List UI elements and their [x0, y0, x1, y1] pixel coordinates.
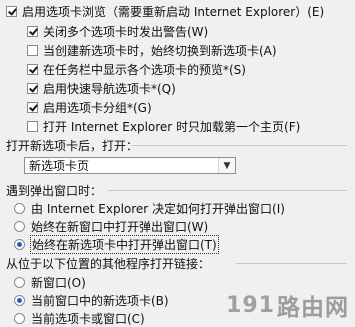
link-new-tab-current-window-radio[interactable]: 当前窗口中的新选项卡(B) — [14, 291, 169, 309]
tab-groups-checkbox[interactable]: 启用选项卡分组*(G) — [27, 98, 152, 116]
checkbox-label: 启用快速导航选项卡*(Q) — [43, 81, 176, 96]
enable-tabbed-browsing-check[interactable] — [6, 5, 17, 17]
taskbar-previews-checkbox[interactable]: 在任务栏中显示各个选项卡的预览*(S) — [27, 60, 246, 78]
new-tab-page-select[interactable]: 新选项卡页 ▼ — [24, 157, 236, 174]
site-watermark-logo: 191 路由网 — [226, 288, 349, 322]
checkbox-box[interactable] — [27, 44, 38, 56]
group-divider — [236, 263, 347, 264]
radio-button[interactable] — [14, 238, 25, 250]
radio-button[interactable] — [14, 220, 25, 232]
popup-new-tab-radio[interactable]: 始终在新选项卡中打开弹出窗口(T) — [14, 234, 219, 254]
popup-new-window-radio[interactable]: 始终在新窗口中打开弹出窗口(W) — [14, 217, 208, 235]
checkbox-label: 关闭多个选项卡时发出警告(W) — [43, 24, 209, 39]
checkbox-label: 打开 Internet Explorer 时只加载第一个主页(F) — [43, 119, 301, 134]
warn-close-multiple-tabs-checkbox[interactable]: 关闭多个选项卡时发出警告(W) — [27, 22, 208, 40]
checkbox-box[interactable] — [27, 25, 38, 37]
quick-tabs-checkbox[interactable]: 启用快速导航选项卡*(Q) — [27, 79, 176, 97]
new-tab-page-select-value: 新选项卡页 — [29, 159, 90, 173]
radio-button[interactable] — [14, 294, 25, 306]
radio-label: 始终在新选项卡中打开弹出窗口(T) — [30, 234, 219, 254]
popup-ie-decides-radio[interactable]: 由 Internet Explorer 决定如何打开弹出窗口(I) — [14, 199, 285, 217]
radio-button[interactable] — [14, 276, 25, 288]
watermark-text: 路由网 — [277, 295, 349, 321]
external-links-heading: 从位于以下位置的其他程序打开链接： — [6, 257, 211, 271]
checkbox-label: 当创建新选项卡时，始终切换到新选项卡(A) — [43, 43, 277, 58]
checkbox-box[interactable] — [27, 120, 38, 132]
radio-label: 始终在新窗口中打开弹出窗口(W) — [31, 219, 209, 234]
radio-button[interactable] — [14, 312, 25, 324]
checkbox-box[interactable] — [27, 101, 38, 113]
radio-label: 新窗口(O) — [31, 275, 86, 290]
switch-to-new-tab-checkbox[interactable]: 当创建新选项卡时，始终切换到新选项卡(A) — [27, 41, 277, 59]
watermark-number: 191 — [226, 292, 275, 318]
group-divider — [132, 145, 347, 146]
group-divider — [108, 190, 347, 191]
checkbox-label: 在任务栏中显示各个选项卡的预览*(S) — [43, 62, 246, 77]
link-new-window-radio[interactable]: 新窗口(O) — [14, 273, 86, 291]
radio-button[interactable] — [14, 202, 25, 214]
checkbox-box[interactable] — [27, 82, 38, 94]
new-tab-heading: 打开新选项卡后，打开： — [6, 139, 139, 153]
radio-label: 当前选项卡或窗口(C) — [31, 311, 145, 326]
radio-label: 当前窗口中的新选项卡(B) — [31, 293, 169, 308]
radio-label: 由 Internet Explorer 决定如何打开弹出窗口(I) — [31, 201, 285, 216]
link-current-tab-radio[interactable]: 当前选项卡或窗口(C) — [14, 309, 145, 327]
checkbox-label: 启用选项卡分组*(G) — [43, 100, 152, 115]
enable-tabbed-browsing-label: 启用选项卡浏览（需要重新启动 Internet Explorer）(E) — [22, 4, 325, 19]
popups-heading: 遇到弹出窗口时： — [6, 184, 103, 198]
enable-tabbed-browsing-checkbox[interactable]: 启用选项卡浏览（需要重新启动 Internet Explorer）(E) — [6, 2, 324, 20]
checkbox-box[interactable] — [27, 63, 38, 75]
load-first-home-page-checkbox[interactable]: 打开 Internet Explorer 时只加载第一个主页(F) — [27, 117, 300, 135]
chevron-down-icon[interactable]: ▼ — [218, 158, 235, 173]
